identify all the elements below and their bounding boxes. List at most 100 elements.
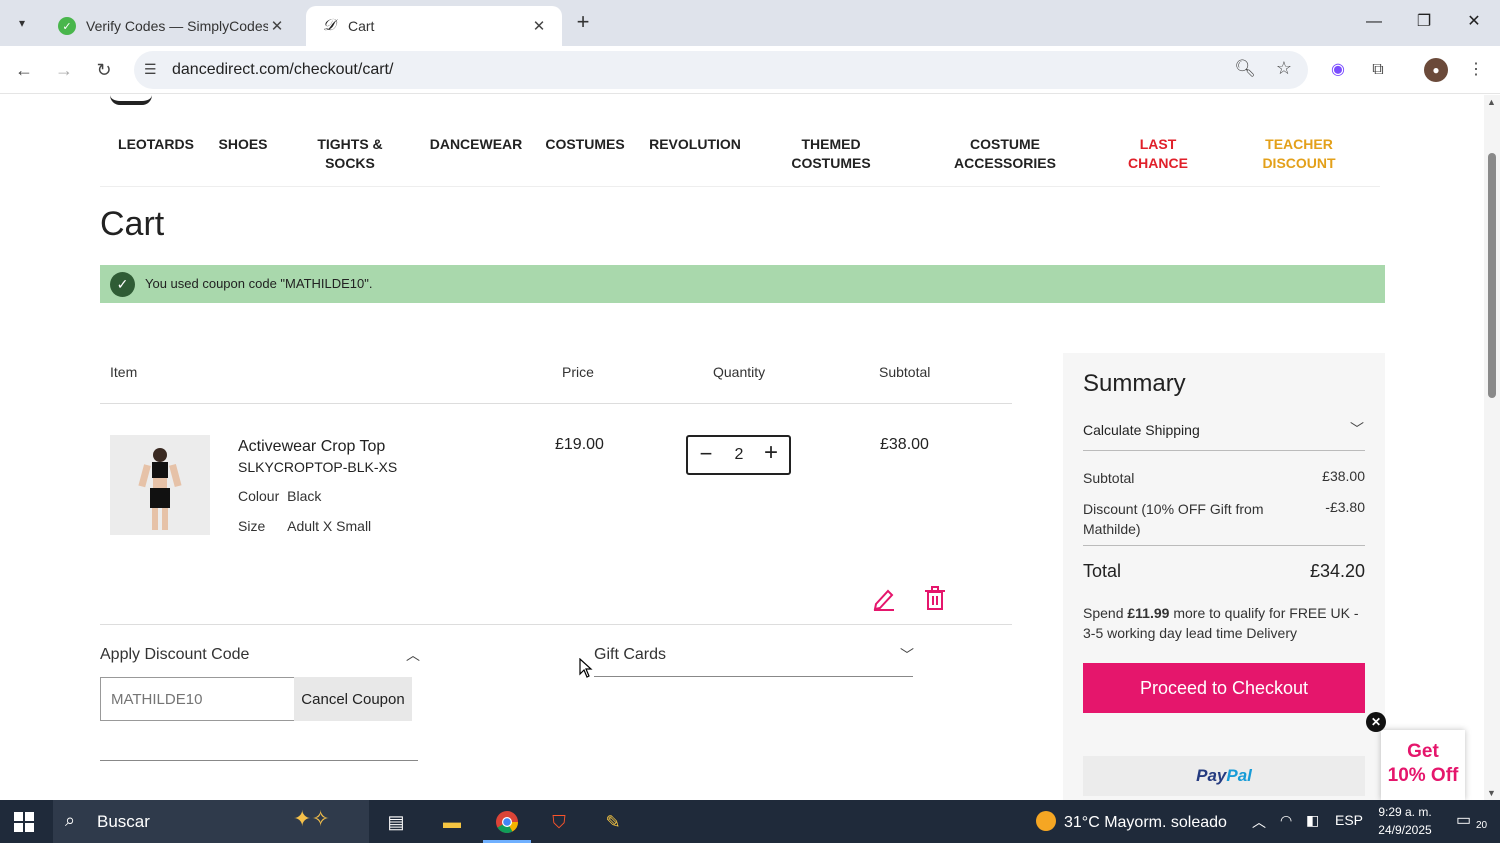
increase-quantity-button[interactable]: + bbox=[759, 439, 783, 467]
file-explorer-icon[interactable]: ▬ bbox=[436, 806, 468, 838]
nav-item-leotards[interactable]: LEOTARDS bbox=[118, 135, 194, 154]
minimize-icon[interactable]: — bbox=[1354, 8, 1394, 36]
promo-close-icon[interactable]: ✕ bbox=[1366, 712, 1386, 732]
windows-taskbar: ⌕ Buscar ✦✧ ▤ ▬ ⛉ ✎ 31°C Mayorm. soleado… bbox=[0, 800, 1500, 843]
delete-trash-icon[interactable] bbox=[923, 585, 947, 611]
subtotal-label: Subtotal bbox=[1083, 470, 1135, 486]
nav-item-themed-costumes[interactable]: THEMED COSTUMES bbox=[791, 135, 870, 173]
tab-cart[interactable]: 𝒟 Cart ✕ bbox=[306, 6, 562, 46]
nav-item-teacher-discount[interactable]: TEACHER DISCOUNT bbox=[1262, 135, 1335, 173]
item-subtotal: £38.00 bbox=[880, 436, 929, 453]
extension-simplycodes-icon[interactable]: ◉ bbox=[1326, 58, 1350, 82]
nav-item-costumes[interactable]: COSTUMES bbox=[545, 135, 624, 154]
browser-menu-icon[interactable]: ⋮ bbox=[1464, 58, 1488, 82]
back-icon[interactable]: ← bbox=[10, 56, 38, 84]
search-highlight-icon: ✦✧ bbox=[293, 806, 330, 831]
browser-toolbar: ← → ↻ ☰ dancedirect.com/checkout/cart/ 🔍… bbox=[0, 46, 1500, 94]
language-indicator[interactable]: ESP bbox=[1335, 812, 1363, 828]
site-info-icon[interactable]: ☰ bbox=[144, 61, 157, 78]
scroll-down-icon[interactable]: ▼ bbox=[1487, 788, 1496, 798]
profile-avatar[interactable]: ● bbox=[1424, 58, 1448, 82]
notification-icon[interactable]: ▭ bbox=[1456, 810, 1471, 830]
size-label: Size bbox=[238, 518, 266, 534]
paypal-button[interactable]: PayPal bbox=[1083, 756, 1365, 796]
gift-cards-section-title[interactable]: Gift Cards bbox=[594, 646, 666, 664]
taskbar-search-label: Buscar bbox=[97, 812, 150, 831]
nav-item-dancewear[interactable]: DANCEWEAR bbox=[430, 135, 523, 154]
coupon-success-alert: ✓ You used coupon code "MATHILDE10". bbox=[100, 265, 1385, 303]
nav-item-shoes[interactable]: SHOES bbox=[218, 135, 267, 154]
cancel-coupon-button[interactable]: Cancel Coupon bbox=[294, 677, 412, 721]
nav-item-costume-accessories[interactable]: COSTUME ACCESSORIES bbox=[954, 135, 1056, 173]
taskbar-search[interactable]: ⌕ Buscar ✦✧ bbox=[53, 800, 369, 843]
product-image[interactable] bbox=[110, 435, 210, 535]
discount-code-input[interactable] bbox=[100, 677, 295, 721]
url-text[interactable]: dancedirect.com/checkout/cart/ bbox=[172, 61, 393, 79]
summary-divider bbox=[1083, 545, 1365, 546]
speaker-icon[interactable]: ◧ bbox=[1306, 812, 1319, 829]
discount-section-title[interactable]: Apply Discount Code bbox=[100, 646, 249, 664]
quantity-stepper: − 2 + bbox=[686, 435, 791, 475]
tab-title: Verify Codes — SimplyCodes bbox=[86, 18, 268, 34]
close-window-icon[interactable]: ✕ bbox=[1454, 8, 1494, 36]
product-colour: Colour Black bbox=[238, 488, 321, 504]
main-navigation: LEOTARDS SHOES TIGHTS & SOCKS DANCEWEAR … bbox=[100, 95, 1380, 187]
tab-title: Cart bbox=[348, 18, 375, 34]
nav-item-revolution[interactable]: REVOLUTION bbox=[649, 135, 741, 154]
extensions-puzzle-icon[interactable]: ⧉ bbox=[1366, 58, 1390, 82]
new-tab-icon[interactable]: + bbox=[570, 10, 596, 36]
wifi-icon[interactable]: ◠ bbox=[1280, 812, 1292, 829]
gift-cards-divider bbox=[594, 676, 913, 677]
chevron-up-icon[interactable]: ︿ bbox=[406, 645, 420, 665]
weather-widget[interactable]: 31°C Mayorm. soleado bbox=[1036, 811, 1227, 832]
summary-divider bbox=[1083, 450, 1365, 451]
item-price: £19.00 bbox=[555, 436, 604, 453]
reload-icon[interactable]: ↻ bbox=[90, 56, 118, 84]
zoom-icon[interactable]: 🔍︎ bbox=[1234, 59, 1256, 79]
app-icon[interactable]: ✎ bbox=[597, 806, 629, 838]
show-hidden-icons-icon[interactable]: ︿ bbox=[1252, 812, 1266, 832]
subtotal-value: £38.00 bbox=[1322, 468, 1365, 484]
clock-time: 9:29 a. m. bbox=[1378, 805, 1432, 819]
chevron-down-icon[interactable]: ﹀ bbox=[900, 645, 914, 665]
proceed-to-checkout-button[interactable]: Proceed to Checkout bbox=[1083, 663, 1365, 713]
total-label: Total bbox=[1083, 561, 1122, 581]
task-view-icon[interactable]: ▤ bbox=[380, 806, 412, 838]
brave-browser-icon[interactable]: ⛉ bbox=[543, 806, 575, 838]
quantity-value[interactable]: 2 bbox=[726, 446, 752, 464]
edit-pencil-icon[interactable] bbox=[872, 585, 896, 611]
nav-item-last-chance[interactable]: LAST CHANCE bbox=[1128, 135, 1188, 173]
simplycodes-favicon-icon: ✓ bbox=[58, 17, 76, 35]
windows-start-icon[interactable] bbox=[14, 812, 34, 832]
chevron-down-icon[interactable]: ﹀ bbox=[1350, 419, 1364, 439]
system-clock[interactable]: 9:29 a. m. 24/9/2025 bbox=[1372, 803, 1438, 839]
column-header-price: Price bbox=[562, 364, 594, 380]
tab-close-icon[interactable]: ✕ bbox=[530, 17, 548, 35]
scroll-up-icon[interactable]: ▲ bbox=[1487, 97, 1496, 107]
scrollbar-thumb[interactable] bbox=[1488, 153, 1496, 398]
discount-promo-popup[interactable]: Get 10% Off bbox=[1381, 730, 1465, 800]
calculate-shipping-toggle[interactable]: Calculate Shipping bbox=[1083, 422, 1200, 438]
tab-search-icon[interactable]: ▾ bbox=[8, 9, 36, 37]
free-delivery-message: Spend £11.99 more to qualify for FREE UK… bbox=[1083, 603, 1373, 643]
header-divider bbox=[100, 403, 1012, 404]
restore-icon[interactable]: ❐ bbox=[1404, 8, 1444, 36]
discount-label: Discount (10% OFF Gift from Mathilde) bbox=[1083, 501, 1264, 537]
tab-simplycodes[interactable]: ✓ Verify Codes — SimplyCodes ✕ bbox=[44, 6, 300, 46]
bookmark-star-icon[interactable]: ☆ bbox=[1276, 58, 1292, 79]
chrome-icon[interactable] bbox=[483, 806, 531, 843]
product-name[interactable]: Activewear Crop Top bbox=[238, 438, 385, 456]
tab-close-icon[interactable]: ✕ bbox=[268, 17, 286, 35]
page-scrollbar[interactable]: ▲ ▼ bbox=[1484, 95, 1500, 800]
discount-divider bbox=[100, 760, 418, 761]
total-value: £34.20 bbox=[1309, 561, 1365, 581]
spend-prefix: Spend bbox=[1083, 605, 1128, 621]
colour-label: Colour bbox=[238, 488, 280, 504]
nav-item-tights-socks[interactable]: TIGHTS & SOCKS bbox=[317, 135, 382, 173]
decrease-quantity-button[interactable]: − bbox=[694, 441, 718, 469]
promo-line2: 10% Off bbox=[1387, 765, 1459, 786]
address-bar[interactable]: ☰ dancedirect.com/checkout/cart/ 🔍︎ ☆ bbox=[134, 51, 1308, 89]
forward-icon[interactable]: → bbox=[50, 56, 78, 84]
weather-text: 31°C Mayorm. soleado bbox=[1064, 814, 1227, 831]
dancedirect-favicon-icon: 𝒟 bbox=[322, 17, 336, 34]
